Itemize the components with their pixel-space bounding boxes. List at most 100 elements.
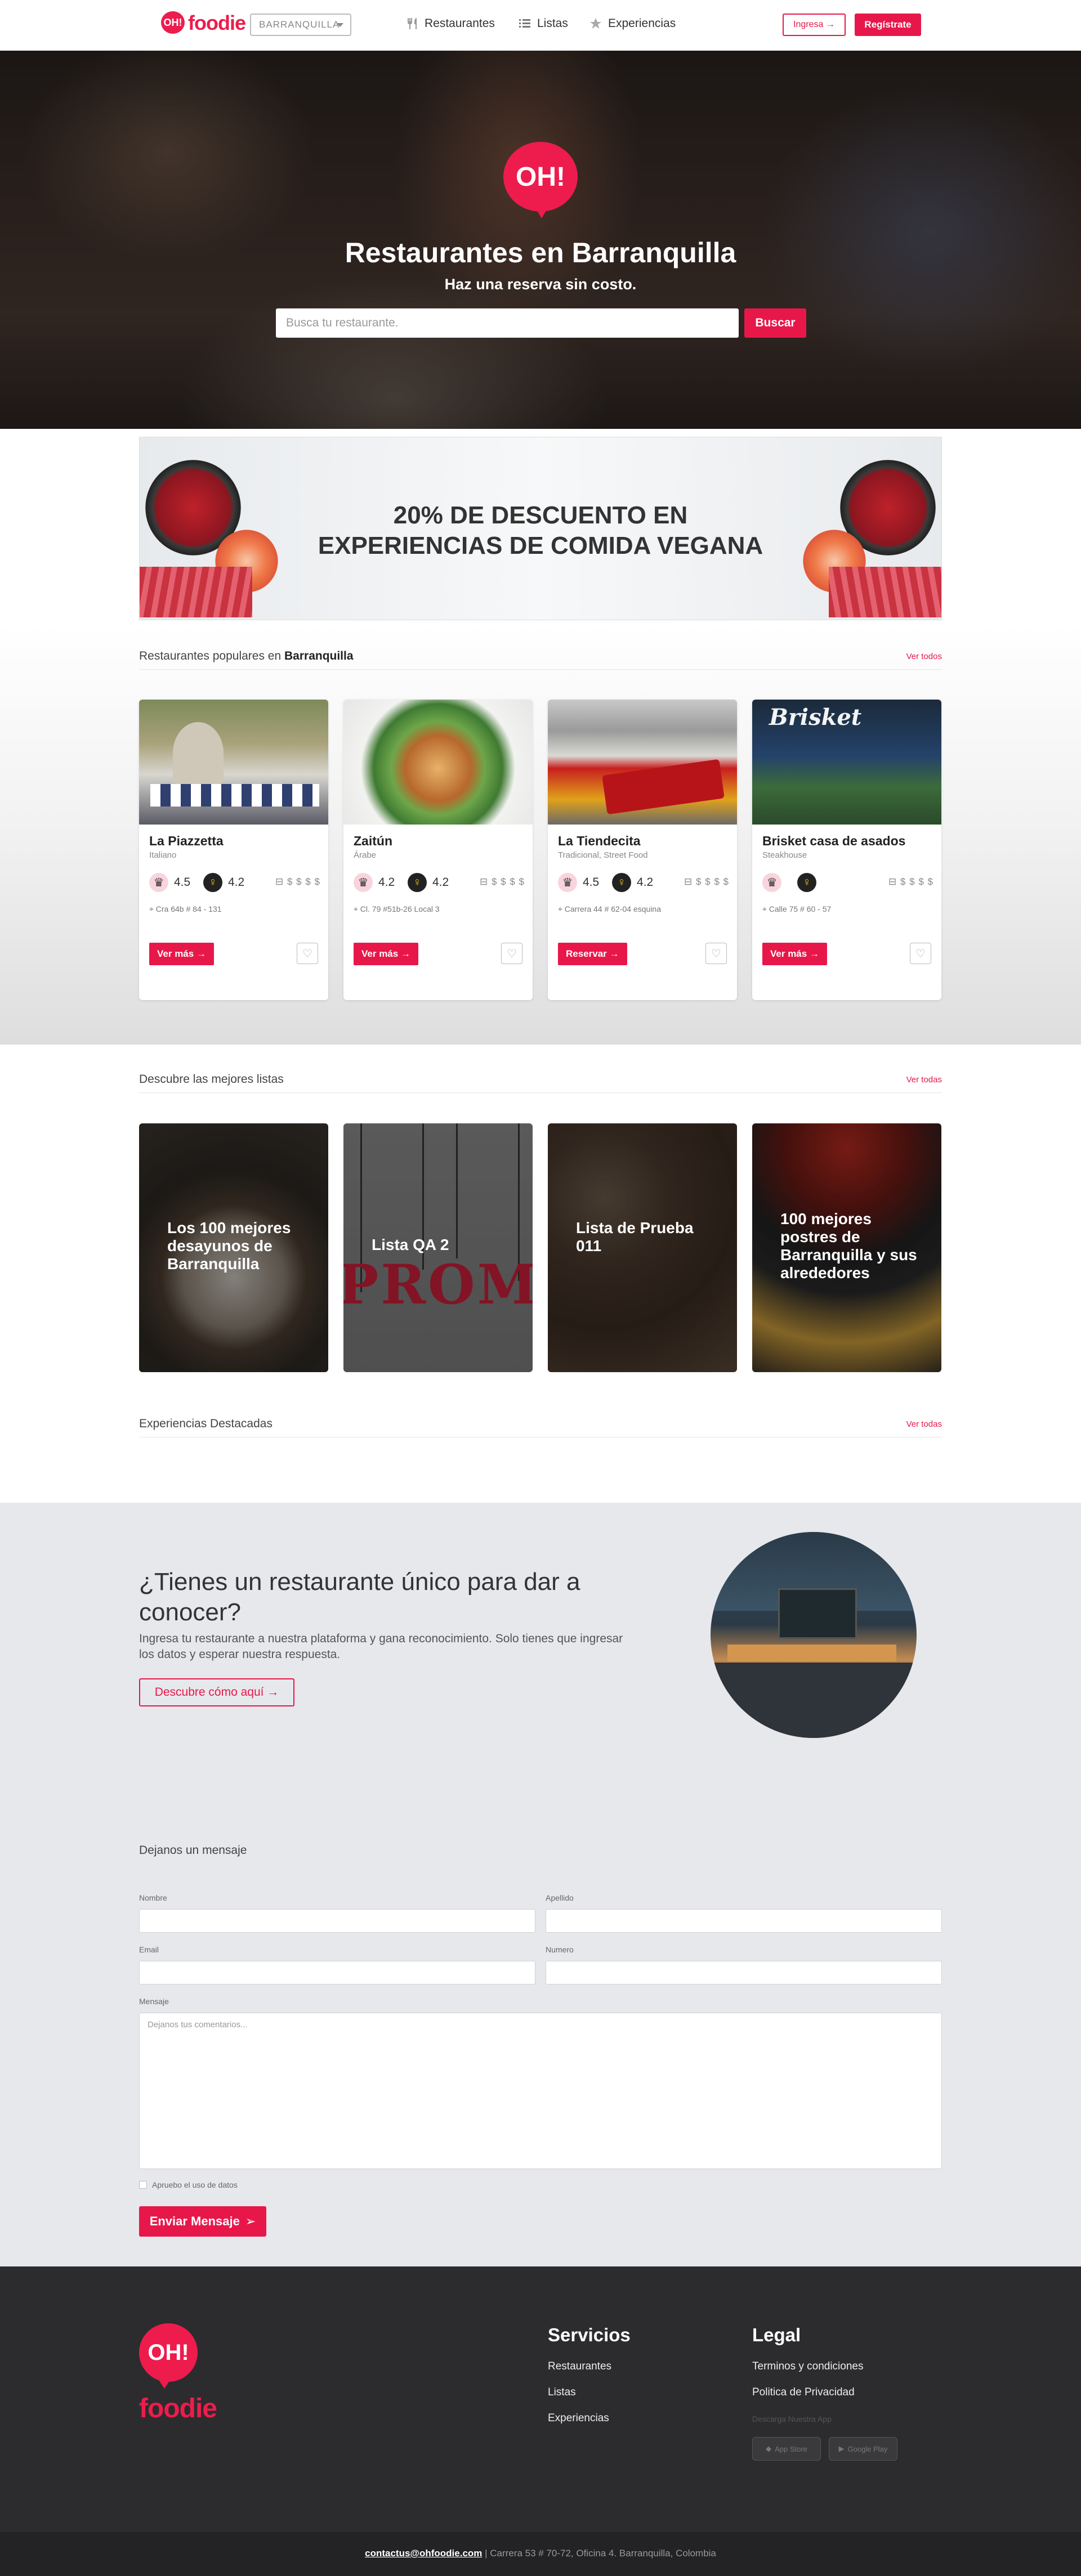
favorite-heart-icon[interactable]: ♡ xyxy=(501,943,522,964)
email-field[interactable] xyxy=(139,1961,535,1984)
lists-header: Descubre las mejores listas Ver todas xyxy=(139,1073,942,1093)
experiences-see-all-link[interactable]: Ver todas xyxy=(906,1419,942,1429)
footer-services-title: Servicios xyxy=(548,2324,631,2345)
location-pin-icon: ⌖ xyxy=(354,904,358,913)
hero-logo-tail xyxy=(534,205,550,218)
reservar-button[interactable]: Reservar → xyxy=(558,943,627,965)
list-card[interactable]: Los 100 mejores desayunos de Barranquill… xyxy=(139,1123,328,1372)
footer-link-terms[interactable]: Terminos y condiciones xyxy=(752,2360,863,2373)
nav-restaurantes[interactable]: Restaurantes xyxy=(405,17,495,30)
list-card[interactable]: 100 mejores postres de Barranquilla y su… xyxy=(752,1123,941,1372)
register-button[interactable]: Regístrate xyxy=(855,14,921,36)
foodie-logo[interactable]: OH! xyxy=(161,11,185,38)
list-card[interactable]: Lista de Prueba 011 xyxy=(548,1123,737,1372)
search-button[interactable]: Buscar xyxy=(744,308,806,338)
google-rating-value: 4.2 xyxy=(228,876,245,889)
google-play-badge[interactable]: ▶ Google Play xyxy=(829,2437,897,2461)
oh-rating: ♛ 4.5 xyxy=(558,873,599,892)
consent-checkbox[interactable] xyxy=(139,2181,147,2189)
experiences-header: Experiencias Destacadas Ver todas xyxy=(139,1417,942,1437)
restaurant-photo xyxy=(343,700,533,825)
mensaje-textarea[interactable]: Dejanos tus comentarios... xyxy=(139,2013,942,2169)
login-button[interactable]: Ingresa → xyxy=(783,14,846,36)
popular-title-prefix: Restaurantes populares en xyxy=(139,649,284,662)
nav-experiencias-label: Experiencias xyxy=(608,17,676,30)
logo-bubble: OH! xyxy=(161,11,185,34)
contact-email-link[interactable]: contactus@ohfoodie.com xyxy=(365,2548,482,2559)
oh-rating: ♛ 4.5 xyxy=(149,873,190,892)
nav-experiencias[interactable]: Experiencias xyxy=(589,17,676,30)
promo-banner[interactable]: 20% DE DESCUENTO EN EXPERIENCIAS DE COMI… xyxy=(139,437,942,620)
footer-link-privacy[interactable]: Politica de Privacidad xyxy=(752,2386,855,2399)
google-play-label: Google Play xyxy=(847,2444,888,2453)
send-message-label: Enviar Mensaje xyxy=(149,2214,240,2228)
footer-logo-word[interactable]: foodie xyxy=(139,2393,217,2424)
google-rating: ♀ 4.2 xyxy=(612,873,653,892)
chef-hat-icon: ♛ xyxy=(354,873,373,892)
restaurant-card[interactable]: Zaitún Árabe ♛ 4.2 ♀ 4.2 ⊟ $ $ $ $ ⌖ Cl. 7… xyxy=(343,700,533,1000)
restaurant-name: La Tiendecita xyxy=(558,834,641,848)
nombre-field[interactable] xyxy=(139,1909,535,1933)
money-icon: ⊟ xyxy=(480,876,489,887)
footer-link-restaurantes[interactable]: Restaurantes xyxy=(548,2360,611,2373)
discover-how-button[interactable]: Descubre cómo aquí → xyxy=(139,1678,294,1706)
city-dropdown[interactable]: BARRANQUILLA xyxy=(250,14,351,36)
list-card[interactable]: PROMO Lista QA 2 xyxy=(343,1123,533,1372)
experiences-title: Experiencias Destacadas xyxy=(139,1417,273,1430)
login-label: Ingresa xyxy=(793,20,824,29)
download-app-label: Descarga Nuestra App xyxy=(752,2414,832,2423)
popular-see-all-link[interactable]: Ver todos xyxy=(906,652,942,661)
mensaje-placeholder: Dejanos tus comentarios... xyxy=(148,2020,248,2030)
restaurant-bar-photo xyxy=(711,1532,917,1738)
consent-label: Apruebo el uso de datos xyxy=(152,2180,238,2189)
restaurant-category: Árabe xyxy=(354,850,377,860)
cta-description: Ingresa tu restaurante a nuestra platafo… xyxy=(139,1632,623,1661)
trophy-icon: ♀ xyxy=(612,873,631,892)
favorite-heart-icon[interactable]: ♡ xyxy=(705,943,727,964)
app-store-badge[interactable]: ◆ App Store xyxy=(752,2437,821,2461)
price-level: ⊟ $ $ $ $ xyxy=(275,876,320,888)
popular-header: Restaurantes populares en Barranquilla V… xyxy=(139,649,942,670)
apple-icon: ◆ xyxy=(766,2444,772,2453)
list-card-title: Lista de Prueba 011 xyxy=(576,1219,694,1255)
restaurant-name: La Piazzetta xyxy=(149,834,224,848)
popular-title-city: Barranquilla xyxy=(284,649,354,662)
restaurant-card[interactable]: Brisket Brisket casa de asados Steakhous… xyxy=(752,700,941,1000)
apellido-field[interactable] xyxy=(546,1909,942,1933)
ver-mas-button[interactable]: Ver más → xyxy=(149,943,214,965)
favorite-heart-icon[interactable]: ♡ xyxy=(910,943,931,964)
footer-logo-bubble[interactable]: OH! xyxy=(139,2323,198,2382)
restaurant-name: Zaitún xyxy=(354,834,392,848)
restaurant-card[interactable]: La Piazzetta Italiano ♛ 4.5 ♀ 4.2 ⊟ $ $ $ … xyxy=(139,700,328,1000)
list-card-title: Los 100 mejores desayunos de Barranquill… xyxy=(167,1219,291,1273)
restaurant-card[interactable]: La Tiendecita Tradicional, Street Food ♛… xyxy=(548,700,737,1000)
favorite-heart-icon[interactable]: ♡ xyxy=(297,943,318,964)
hero-subtitle: Haz una reserva sin costo. xyxy=(444,276,637,293)
logo-wordmark[interactable]: foodie xyxy=(188,11,246,35)
footer-link-listas[interactable]: Listas xyxy=(548,2386,576,2399)
price-level: ⊟ $ $ $ $ xyxy=(684,876,729,888)
nav-listas-label: Listas xyxy=(537,17,568,30)
restaurant-category: Italiano xyxy=(149,850,177,860)
ver-mas-button[interactable]: Ver más → xyxy=(762,943,827,965)
restaurant-address: ⌖ Calle 75 # 60 - 57 xyxy=(762,904,831,914)
oh-rating-value: 4.5 xyxy=(583,876,600,889)
nombre-label: Nombre xyxy=(139,1893,167,1902)
restaurant-search-input[interactable]: Busca tu restaurante. xyxy=(276,308,739,338)
send-message-button[interactable]: Enviar Mensaje ➢ xyxy=(139,2206,266,2237)
paper-plane-icon: ➢ xyxy=(245,2214,256,2228)
lists-see-all-link[interactable]: Ver todas xyxy=(906,1075,942,1085)
restaurant-name: Brisket casa de asados xyxy=(762,834,906,848)
price-value: $ $ $ $ xyxy=(900,876,933,887)
footer-link-experiencias[interactable]: Experiencias xyxy=(548,2412,609,2425)
play-icon: ▶ xyxy=(838,2444,845,2453)
brisket-sign-text: Brisket xyxy=(769,704,862,731)
nav-listas[interactable]: Listas xyxy=(518,17,568,30)
ver-mas-button[interactable]: Ver más → xyxy=(354,943,418,965)
restaurant-photo: Brisket xyxy=(752,700,941,825)
price-level: ⊟ $ $ $ $ xyxy=(888,876,933,888)
numero-field[interactable] xyxy=(546,1961,942,1984)
price-value: $ $ $ $ xyxy=(492,876,525,887)
list-card-title: Lista QA 2 xyxy=(372,1236,449,1253)
restaurant-address: ⌖ Cra 64b # 84 - 131 xyxy=(149,904,222,914)
